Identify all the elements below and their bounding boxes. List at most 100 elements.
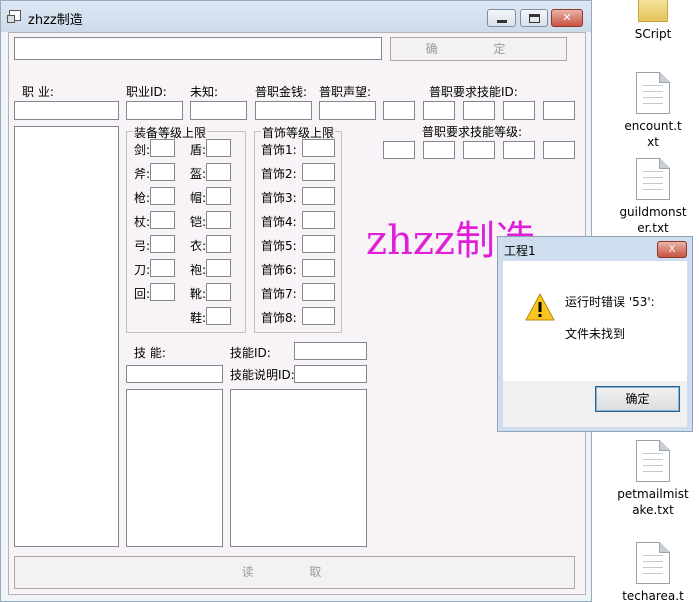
- skill-id-label: 技能ID:: [230, 346, 271, 360]
- job-label: 职 业:: [22, 85, 54, 99]
- equip-label-spear: 枪:: [134, 191, 151, 205]
- jewel-field-5[interactable]: [302, 235, 335, 253]
- dialog-ok-button[interactable]: 确定: [595, 386, 680, 412]
- skill-desc-list[interactable]: [230, 389, 367, 547]
- title-bar[interactable]: zhzz制造 ✕: [1, 1, 591, 32]
- job-id-label: 职业ID:: [126, 85, 167, 99]
- req-skill-level-field-4[interactable]: [503, 141, 535, 159]
- equip-label-boots: 靴:: [190, 287, 207, 301]
- skill-field[interactable]: [126, 365, 223, 383]
- dialog-close-button[interactable]: X: [657, 241, 687, 258]
- equip-field-blade[interactable]: [150, 259, 175, 277]
- equip-field-armor[interactable]: [206, 211, 231, 229]
- unknown-field[interactable]: [190, 101, 247, 120]
- equip-field-helm[interactable]: [206, 163, 231, 181]
- req-skill-id-field-5[interactable]: [543, 101, 575, 120]
- equip-field-clothes[interactable]: [206, 235, 231, 253]
- text-file-icon: [636, 542, 670, 584]
- jewel-label-7: 首饰7:: [261, 287, 297, 301]
- equip-field-shoes[interactable]: [206, 307, 231, 325]
- equip-field-shield[interactable]: [206, 139, 231, 157]
- job-list[interactable]: [14, 126, 119, 547]
- jewel-field-3[interactable]: [302, 187, 335, 205]
- equip-field-bow[interactable]: [150, 235, 175, 253]
- dialog-message: 运行时错误 '53':: [565, 295, 655, 309]
- req-skill-level-field-3[interactable]: [463, 141, 495, 159]
- close-button[interactable]: ✕: [551, 9, 583, 27]
- minimize-icon: [497, 20, 507, 23]
- equip-label-clothes: 衣:: [190, 239, 207, 253]
- jewel-label-2: 首饰2:: [261, 167, 297, 181]
- skill-id-field[interactable]: [294, 342, 367, 360]
- equip-label-robe: 袍:: [190, 263, 207, 277]
- req-skill-level-field-1[interactable]: [383, 141, 415, 159]
- desktop-file-script[interactable]: SCript: [608, 0, 698, 42]
- equip-field-axe[interactable]: [150, 163, 175, 181]
- text-file-icon: [636, 440, 670, 482]
- desktop-file-petmailmistake[interactable]: petmailmistake.txt: [608, 440, 698, 518]
- equip-label-axe: 斧:: [134, 167, 151, 181]
- fame-field[interactable]: [319, 101, 376, 120]
- jewel-field-6[interactable]: [302, 259, 335, 277]
- dialog-footer: 确定: [503, 381, 687, 427]
- jewel-field-4[interactable]: [302, 211, 335, 229]
- equip-label-shield: 盾:: [190, 143, 207, 157]
- equip-field-boots[interactable]: [206, 283, 231, 301]
- equip-label-helm: 盔:: [190, 167, 207, 181]
- equip-field-spear[interactable]: [150, 187, 175, 205]
- desktop-file-label: petmailmistake.txt: [617, 487, 689, 517]
- equip-field-staff[interactable]: [150, 211, 175, 229]
- req-skill-id-field-2[interactable]: [423, 101, 455, 120]
- unknown-label: 未知:: [190, 85, 219, 99]
- req-skill-level-field-2[interactable]: [423, 141, 455, 159]
- equip-field-robe[interactable]: [206, 259, 231, 277]
- jewel-label-6: 首饰6:: [261, 263, 297, 277]
- money-label: 普职金钱:: [255, 85, 308, 99]
- jewel-level-group: 首饰等级上限: [254, 124, 342, 333]
- req-skill-id-field-3[interactable]: [463, 101, 495, 120]
- top-input[interactable]: [14, 37, 382, 60]
- desktop-file-techarea[interactable]: techarea.t: [608, 542, 698, 602]
- dialog-body: 运行时错误 '53': 文件未找到: [503, 261, 687, 381]
- req-skill-id-field-4[interactable]: [503, 101, 535, 120]
- desktop-file-label: guildmonster.txt: [619, 205, 687, 235]
- desktop-file-label: SCript: [634, 27, 672, 41]
- desktop-file-encount[interactable]: encount.txt: [608, 72, 698, 150]
- text-file-icon: [636, 72, 670, 114]
- job-field[interactable]: [14, 101, 119, 120]
- equip-label-shoes: 鞋:: [190, 311, 207, 325]
- text-file-icon: [636, 158, 670, 200]
- jewel-label-8: 首饰8:: [261, 311, 297, 325]
- close-icon: X: [668, 244, 676, 255]
- jewel-label-1: 首饰1:: [261, 143, 297, 157]
- minimize-button[interactable]: [487, 9, 516, 27]
- desktop-file-label: encount.txt: [624, 119, 682, 149]
- desktop-file-guildmonster[interactable]: guildmonster.txt: [608, 158, 698, 236]
- maximize-icon: [529, 14, 540, 23]
- jewel-field-7[interactable]: [302, 283, 335, 301]
- confirm-button[interactable]: 确 定: [390, 37, 567, 61]
- equip-label-hat: 帽:: [190, 191, 207, 205]
- maximize-button[interactable]: [520, 9, 548, 27]
- jewel-label-4: 首饰4:: [261, 215, 297, 229]
- equip-field-boomerang[interactable]: [150, 283, 175, 301]
- job-id-field[interactable]: [126, 101, 183, 120]
- jewel-field-2[interactable]: [302, 163, 335, 181]
- skill-list[interactable]: [126, 389, 223, 547]
- equip-field-hat[interactable]: [206, 187, 231, 205]
- jewel-field-8[interactable]: [302, 307, 335, 325]
- jewel-field-1[interactable]: [302, 139, 335, 157]
- dialog-detail: 文件未找到: [565, 327, 626, 341]
- warning-icon: [525, 293, 555, 321]
- equip-label-staff: 杖:: [134, 215, 151, 229]
- req-skill-level-field-5[interactable]: [543, 141, 575, 159]
- dialog-title: 工程1: [504, 244, 536, 258]
- skill-desc-label: 技能说明ID:: [230, 368, 295, 382]
- money-field[interactable]: [255, 101, 312, 120]
- read-button[interactable]: 读 取: [14, 556, 575, 589]
- app-icon: [7, 10, 21, 23]
- req-skill-id-field-1[interactable]: [383, 101, 415, 120]
- error-dialog: 工程1 X 运行时错误 '53': 文件未找到 确定: [497, 236, 693, 432]
- equip-field-sword[interactable]: [150, 139, 175, 157]
- skill-desc-field[interactable]: [294, 365, 367, 383]
